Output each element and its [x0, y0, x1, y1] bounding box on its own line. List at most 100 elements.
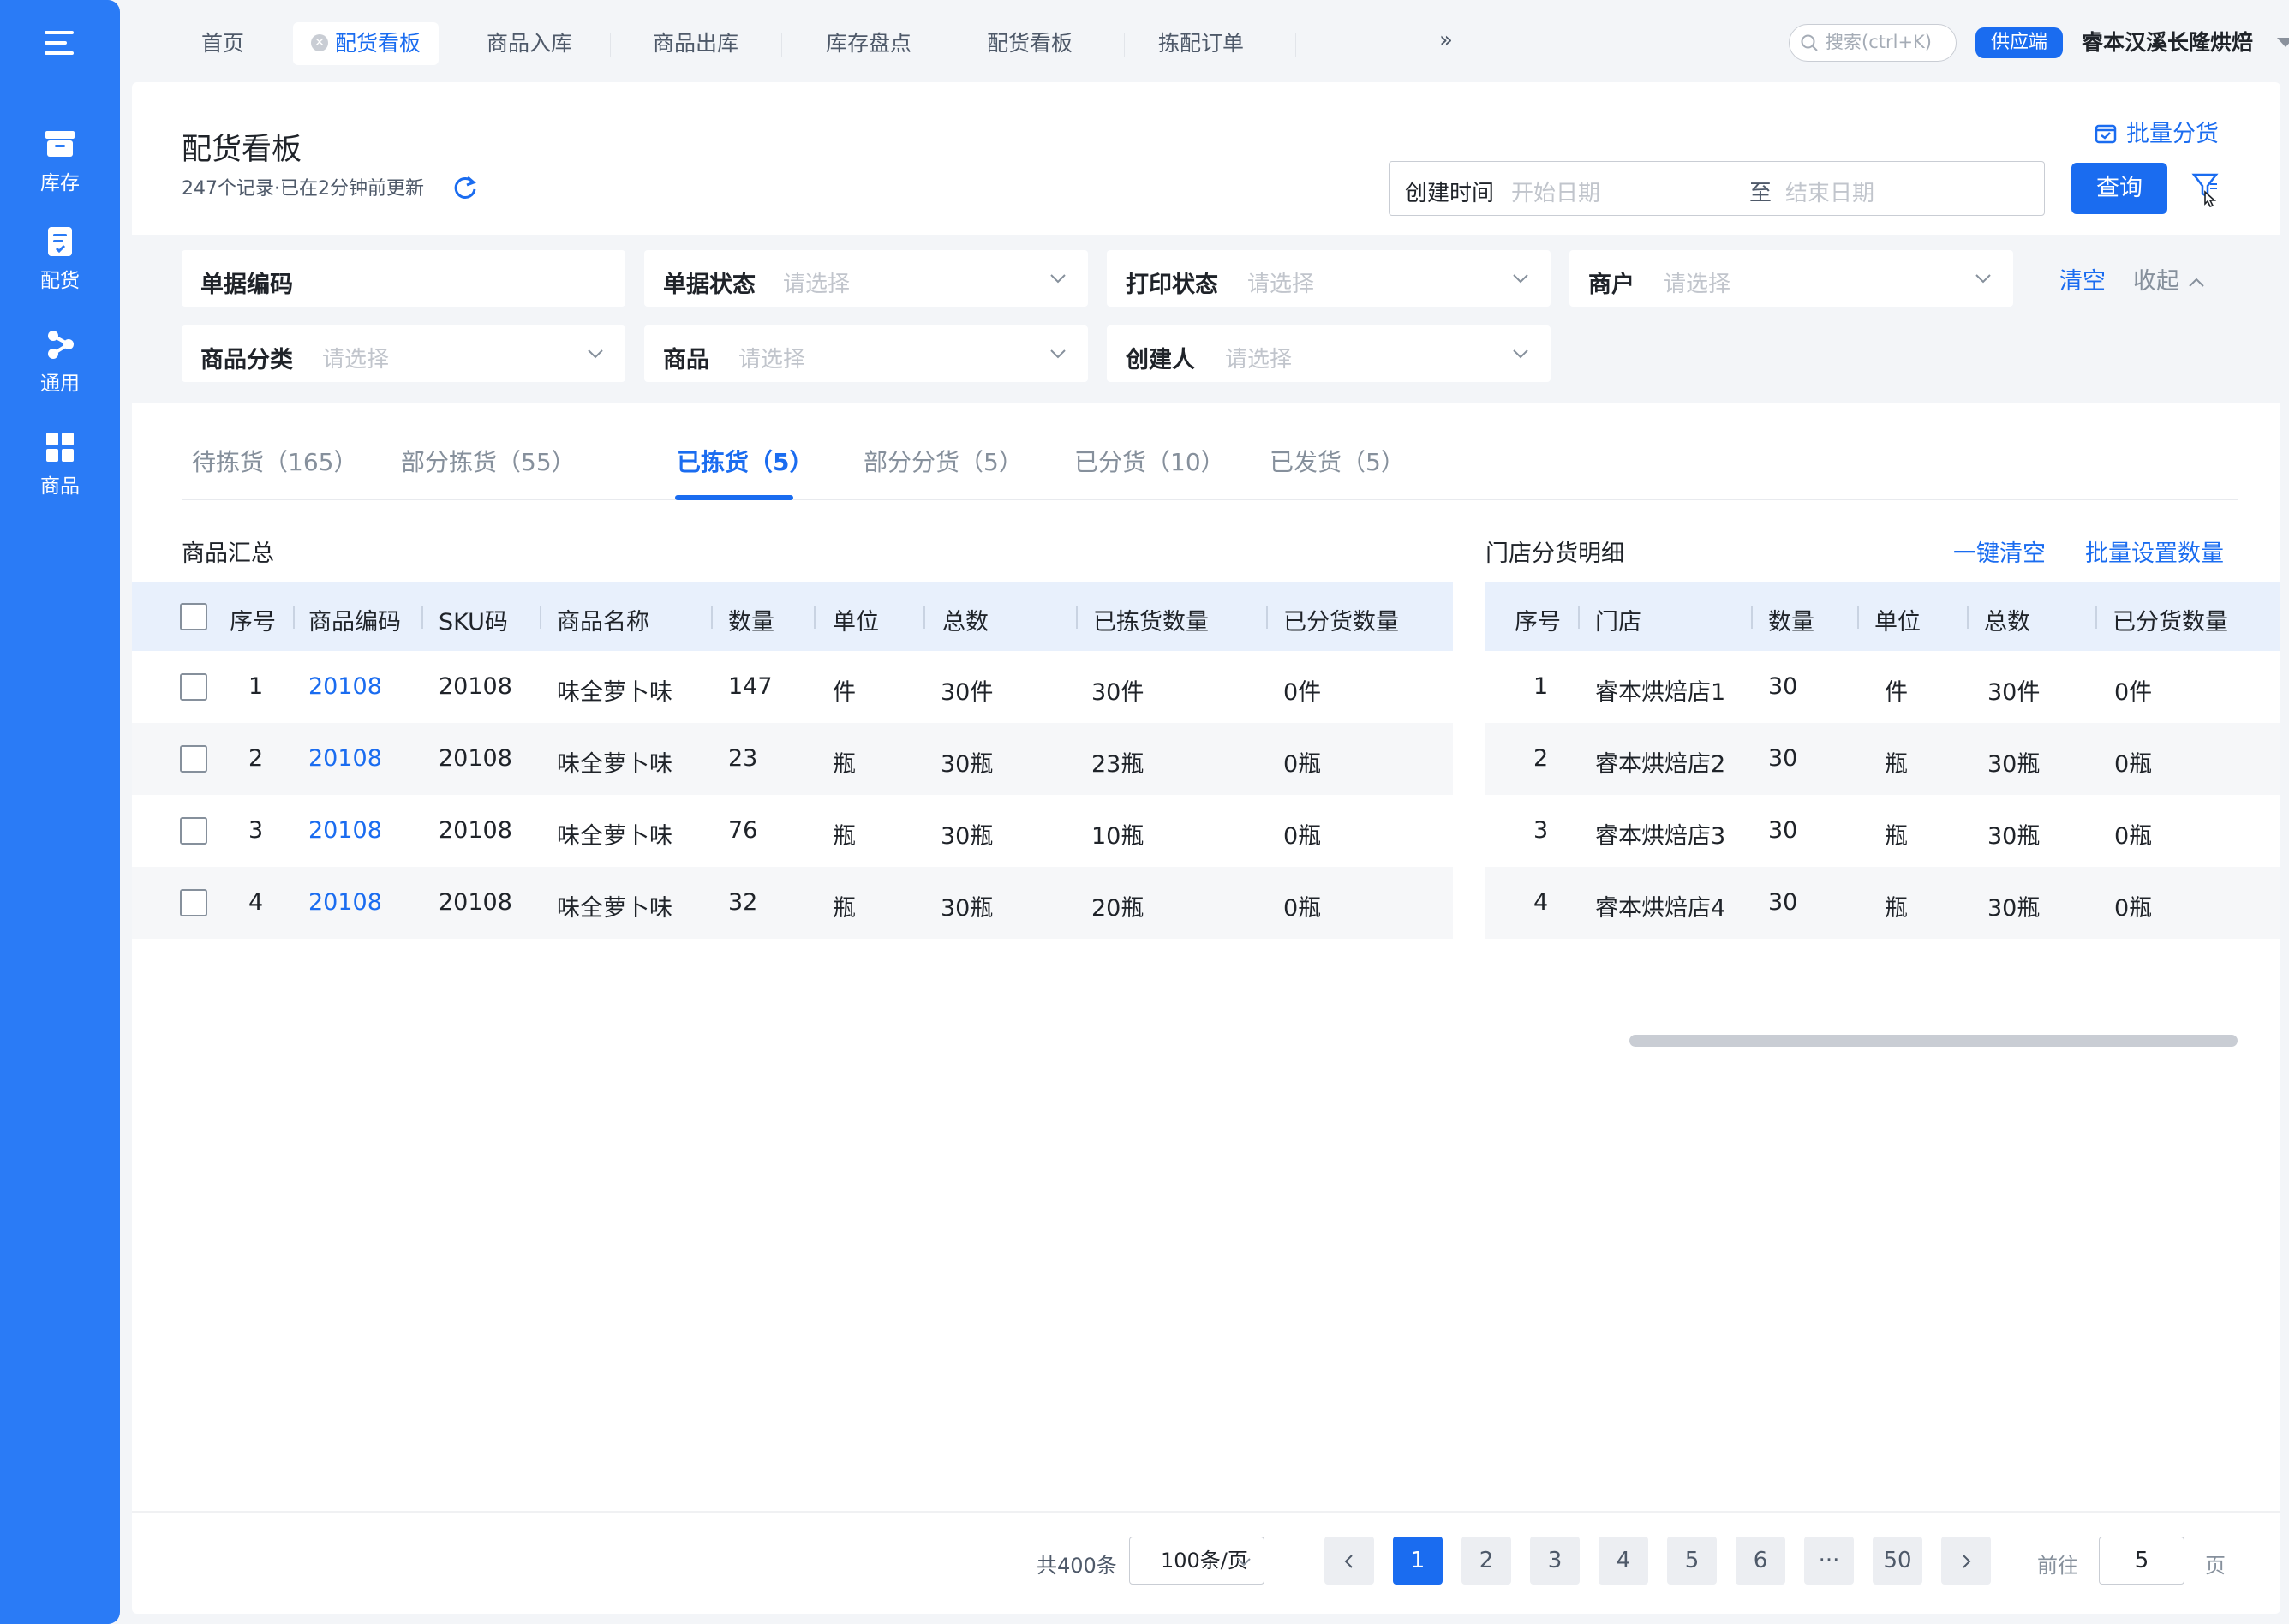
row-checkbox[interactable] — [180, 889, 207, 916]
doc-status-select[interactable]: 单据状态 请选择 — [644, 250, 1088, 307]
table-row[interactable]: 4 20108 20108 味全萝卜味 32 瓶 30瓶 20瓶 0瓶 — [132, 867, 1453, 939]
doc-code-field[interactable]: 单据编码 — [182, 250, 625, 307]
next-page-button[interactable] — [1941, 1537, 1991, 1585]
page-button[interactable]: 5 — [1667, 1537, 1717, 1585]
table-row[interactable]: 2 睿本烘焙店2 30 瓶 30瓶 0瓶 — [1485, 723, 2280, 795]
sidebar-item-inventory[interactable]: 库存 — [0, 128, 120, 195]
creator-select[interactable]: 创建人 请选择 — [1107, 325, 1551, 382]
tab-distribution-board-active[interactable]: ✕ 配货看板 — [293, 22, 439, 65]
divider — [132, 1511, 2280, 1513]
prev-page-button[interactable] — [1324, 1537, 1374, 1585]
print-status-label: 打印状态 — [1126, 272, 1218, 298]
column-divider — [814, 606, 816, 629]
company-name[interactable]: 睿本汉溪长隆烘焙 — [2082, 27, 2253, 58]
close-icon[interactable]: ✕ — [310, 34, 328, 51]
summary-table: 序号 商品编码 SKU码 商品名称 数量 单位 总数 已拣货数量 已分货数量 1… — [132, 582, 1453, 942]
tab-partial-distribute[interactable]: 部分分货（5） — [864, 444, 1023, 478]
page-button[interactable]: 50 — [1873, 1537, 1922, 1585]
tab-distributed[interactable]: 已分货（10） — [1074, 444, 1225, 478]
category-select[interactable]: 商品分类 请选择 — [182, 325, 625, 382]
clear-all-link[interactable]: 一键清空 — [1953, 534, 2046, 568]
column-header: 数量 — [1768, 609, 1814, 636]
cell-quantity[interactable]: 30 — [1768, 889, 1797, 916]
table-row[interactable]: 1 20108 20108 味全萝卜味 147 件 30件 30件 0件 — [132, 651, 1453, 723]
page-button[interactable]: 6 — [1736, 1537, 1785, 1585]
summary-title: 商品汇总 — [182, 540, 274, 567]
cell-total: 30瓶 — [1987, 895, 2041, 922]
cell-sku: 20108 — [439, 889, 512, 916]
column-divider — [1751, 606, 1753, 629]
cell-quantity[interactable]: 30 — [1768, 817, 1797, 844]
page-button[interactable]: 4 — [1599, 1537, 1648, 1585]
query-button[interactable]: 查询 — [2071, 163, 2167, 214]
main-card: 配货看板 247个记录·已在2分钟前更新 批量分货 创建时间 开始日期 至 结束… — [132, 82, 2280, 1614]
table-row[interactable]: 3 20108 20108 味全萝卜味 76 瓶 30瓶 10瓶 0瓶 — [132, 795, 1453, 867]
page-button[interactable]: 1 — [1393, 1537, 1443, 1585]
print-status-select[interactable]: 打印状态 请选择 — [1107, 250, 1551, 307]
column-divider — [2095, 606, 2097, 629]
cell-store: 睿本烘焙店4 — [1595, 895, 1726, 922]
merchant-select[interactable]: 商户 请选择 — [1569, 250, 2013, 307]
cell-product-code[interactable]: 20108 — [308, 817, 382, 844]
page-title: 配货看板 — [182, 133, 302, 167]
cell-store: 睿本烘焙店2 — [1595, 751, 1726, 778]
table-row[interactable]: 2 20108 20108 味全萝卜味 23 瓶 30瓶 23瓶 0瓶 — [132, 723, 1453, 795]
tab-shipped[interactable]: 已发货（5） — [1270, 444, 1405, 478]
page-size-select[interactable]: 100条/页 — [1129, 1537, 1264, 1585]
tab-home[interactable]: 首页 — [171, 22, 274, 65]
table-row[interactable]: 3 睿本烘焙店3 30 瓶 30瓶 0瓶 — [1485, 795, 2280, 867]
goto-page-input[interactable]: 5 — [2099, 1537, 2184, 1585]
sidebar-item-general[interactable]: 通用 — [0, 329, 120, 396]
row-checkbox[interactable] — [180, 817, 207, 845]
menu-toggle-icon[interactable] — [45, 31, 74, 55]
cell-quantity[interactable]: 30 — [1768, 745, 1797, 772]
tab-divider — [781, 33, 782, 57]
filter-button[interactable] — [2179, 163, 2231, 214]
batch-distribute-link[interactable]: 批量分货 — [2094, 115, 2219, 148]
end-date-input[interactable]: 结束日期 — [1785, 176, 1874, 207]
sidebar-item-products[interactable]: 商品 — [0, 432, 120, 499]
tab-pending-pick[interactable]: 待拣货（165） — [192, 444, 357, 478]
column-header: SKU码 — [439, 609, 508, 636]
tab-distribution-board[interactable]: 配货看板 — [961, 22, 1098, 65]
tab-product-inbound[interactable]: 商品入库 — [461, 22, 598, 65]
table-header: 序号 门店 数量 单位 总数 已分货数量 — [1485, 582, 2280, 651]
date-range-picker[interactable]: 创建时间 开始日期 至 结束日期 — [1389, 161, 2045, 216]
page-ellipsis[interactable]: ··· — [1804, 1537, 1854, 1585]
tab-pick-orders[interactable]: 拣配订单 — [1133, 22, 1270, 65]
page-button[interactable]: 3 — [1530, 1537, 1580, 1585]
cell-product-code[interactable]: 20108 — [308, 745, 382, 772]
table-row[interactable]: 1 睿本烘焙店1 30 件 30件 0件 — [1485, 651, 2280, 723]
clear-filters-link[interactable]: 清空 — [2059, 262, 2106, 296]
tab-picked[interactable]: 已拣货（5） — [677, 444, 813, 478]
select-all-checkbox[interactable] — [180, 603, 207, 630]
refresh-icon[interactable] — [452, 175, 478, 200]
sidebar-item-label: 商品 — [40, 475, 80, 498]
tab-inventory-count[interactable]: 库存盘点 — [800, 22, 937, 65]
chevron-up-icon — [2188, 278, 2204, 287]
page-button[interactable]: 2 — [1461, 1537, 1511, 1585]
horizontal-scrollbar[interactable] — [1629, 1035, 2238, 1047]
cell-product-code[interactable]: 20108 — [308, 889, 382, 916]
tab-product-outbound[interactable]: 商品出库 — [627, 22, 764, 65]
cell-product-name: 味全萝卜味 — [557, 679, 672, 706]
table-row[interactable]: 4 睿本烘焙店4 30 瓶 30瓶 0瓶 — [1485, 867, 2280, 939]
cell-index: 3 — [248, 817, 264, 844]
product-select[interactable]: 商品 请选择 — [644, 325, 1088, 382]
chevron-down-icon[interactable] — [2277, 38, 2289, 47]
cell-total: 30件 — [1987, 679, 2041, 706]
cell-quantity: 76 — [728, 817, 758, 844]
batch-set-quantity-link[interactable]: 批量设置数量 — [2085, 534, 2224, 568]
cell-product-code[interactable]: 20108 — [308, 673, 382, 700]
more-tabs-icon[interactable]: » — [1439, 27, 1453, 53]
row-checkbox[interactable] — [180, 745, 207, 773]
column-header: 商品编码 — [308, 609, 401, 636]
sidebar-item-distribution[interactable]: 配货 — [0, 226, 120, 293]
collapse-filters-link[interactable]: 收起 — [2133, 262, 2206, 296]
tab-partial-pick[interactable]: 部分拣货（55） — [401, 444, 576, 478]
start-date-input[interactable]: 开始日期 — [1511, 176, 1600, 207]
row-checkbox[interactable] — [180, 673, 207, 701]
search-input[interactable]: 搜索(ctrl+K) — [1789, 24, 1957, 62]
cell-quantity[interactable]: 30 — [1768, 673, 1797, 700]
cell-total: 30件 — [941, 679, 994, 706]
